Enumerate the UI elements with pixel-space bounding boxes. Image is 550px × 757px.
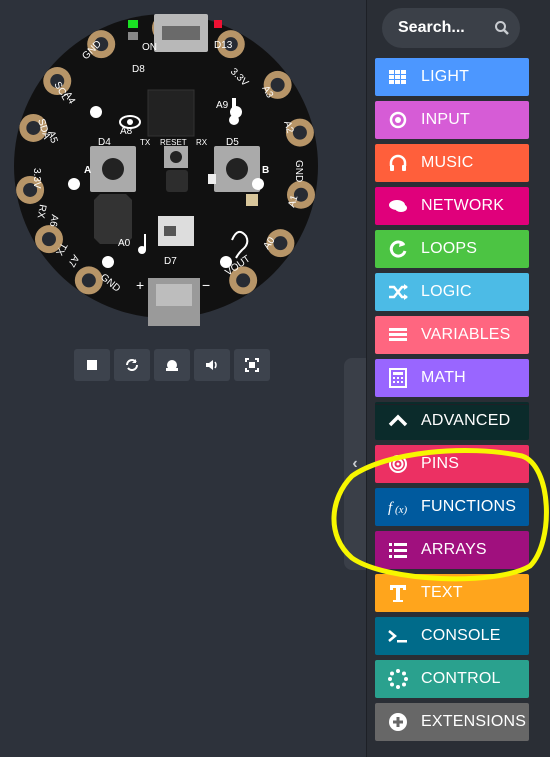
label-reset: RESET: [160, 138, 187, 147]
rings-icon: [375, 445, 421, 483]
label-plus: +: [136, 277, 144, 293]
category-label: INPUT: [421, 111, 470, 128]
category-arrays[interactable]: ARRAYS: [375, 531, 529, 569]
fx-icon: f (x): [375, 488, 421, 526]
category-label: FUNCTIONS: [421, 498, 517, 515]
target-icon: [375, 101, 421, 139]
stop-button[interactable]: [74, 349, 110, 381]
toolbox: LIGHT INPUT MUSIC NETWORK LOOPS LOGIC VARIABLE…: [366, 0, 550, 757]
collapse-toolbox-tab[interactable]: ‹: [344, 358, 366, 570]
chevron-up-icon: [375, 402, 421, 440]
toolbox-divider: [375, 404, 529, 405]
category-loops[interactable]: LOOPS: [375, 230, 529, 268]
board-pad-hole: [236, 273, 251, 288]
category-light[interactable]: LIGHT: [375, 58, 529, 96]
svg-text:(x): (x): [395, 504, 408, 516]
chevron-left-icon: ‹: [352, 455, 358, 472]
board-pad-hole: [81, 273, 96, 288]
category-label: ARRAYS: [421, 541, 487, 558]
lines-icon: [375, 316, 421, 354]
category-logic[interactable]: LOGIC: [375, 273, 529, 311]
circuit-playground-board[interactable]: ON D13 D8 D4 D5 RESET TX RX A8 A9 A B A0…: [14, 8, 318, 330]
spinner-icon: [375, 660, 421, 698]
refresh-icon: [126, 359, 138, 371]
category-label: EXTENSIONS: [421, 713, 527, 730]
search-icon[interactable]: [494, 20, 510, 36]
label-d5: D5: [226, 137, 239, 148]
snail-icon: [166, 360, 178, 371]
category-label: LOGIC: [421, 283, 472, 300]
simulator-panel: ON D13 D8 D4 D5 RESET TX RX A8 A9 A B A0…: [0, 0, 366, 757]
label-a9: A9: [216, 100, 229, 111]
label-btn-a: A: [84, 165, 91, 176]
category-label: CONSOLE: [421, 627, 501, 644]
category-label: LIGHT: [421, 68, 470, 85]
label-d13: D13: [214, 40, 233, 51]
label-d4: D4: [98, 137, 111, 148]
category-variables[interactable]: VARIABLES: [375, 316, 529, 354]
list-icon: [375, 531, 421, 569]
category-label: TEXT: [421, 584, 463, 601]
simulator-toolbar: [74, 349, 270, 381]
search-input[interactable]: [398, 19, 488, 37]
label-rx: RX: [196, 138, 208, 147]
category-label: VARIABLES: [421, 326, 511, 343]
category-music[interactable]: MUSIC: [375, 144, 529, 182]
category-console[interactable]: CONSOLE: [375, 617, 529, 655]
category-label: MATH: [421, 369, 466, 386]
calculator-icon: [375, 359, 421, 397]
chat-icon: [375, 187, 421, 225]
refresh-icon: [375, 230, 421, 268]
category-input[interactable]: INPUT: [375, 101, 529, 139]
category-label: MUSIC: [421, 154, 474, 171]
category-functions[interactable]: f (x) FUNCTIONS: [375, 488, 529, 526]
board-pad-hole: [41, 232, 56, 247]
toolbox-search[interactable]: [382, 8, 520, 48]
category-label: PINS: [421, 455, 460, 472]
label-on: ON: [142, 42, 157, 53]
label-btn-b: B: [262, 165, 269, 176]
category-pins[interactable]: PINS: [375, 445, 529, 483]
fullscreen-icon: [245, 358, 259, 372]
grid-icon: [375, 58, 421, 96]
category-label: LOOPS: [421, 240, 478, 257]
category-text[interactable]: TEXT: [375, 574, 529, 612]
category-label: ADVANCED: [421, 412, 511, 429]
category-control[interactable]: CONTROL: [375, 660, 529, 698]
category-math[interactable]: MATH: [375, 359, 529, 397]
svg-text:f: f: [388, 500, 394, 516]
headphones-icon: [375, 144, 421, 182]
label-3v3-l: 3.3V: [31, 168, 42, 189]
category-network[interactable]: NETWORK: [375, 187, 529, 225]
label-d7: D7: [164, 256, 177, 267]
stop-icon: [87, 360, 97, 370]
fullscreen-button[interactable]: [234, 349, 270, 381]
text-icon: [375, 574, 421, 612]
category-extensions[interactable]: EXTENSIONS: [375, 703, 529, 741]
slow-motion-button[interactable]: [154, 349, 190, 381]
shuffle-icon: [375, 273, 421, 311]
volume-icon: [206, 360, 217, 370]
label-a0: A0: [118, 238, 131, 249]
label-gnd-r: GND: [293, 160, 304, 182]
category-label: NETWORK: [421, 197, 505, 214]
plus-circle-icon: [375, 703, 421, 741]
label-minus: −: [202, 277, 210, 293]
terminal-icon: [375, 617, 421, 655]
restart-button[interactable]: [114, 349, 150, 381]
mute-button[interactable]: [194, 349, 230, 381]
label-tx: TX: [140, 138, 151, 147]
category-advanced[interactable]: ADVANCED: [375, 402, 529, 440]
label-d8: D8: [132, 64, 145, 75]
category-label: CONTROL: [421, 670, 501, 687]
label-a6: A6: [47, 213, 60, 227]
